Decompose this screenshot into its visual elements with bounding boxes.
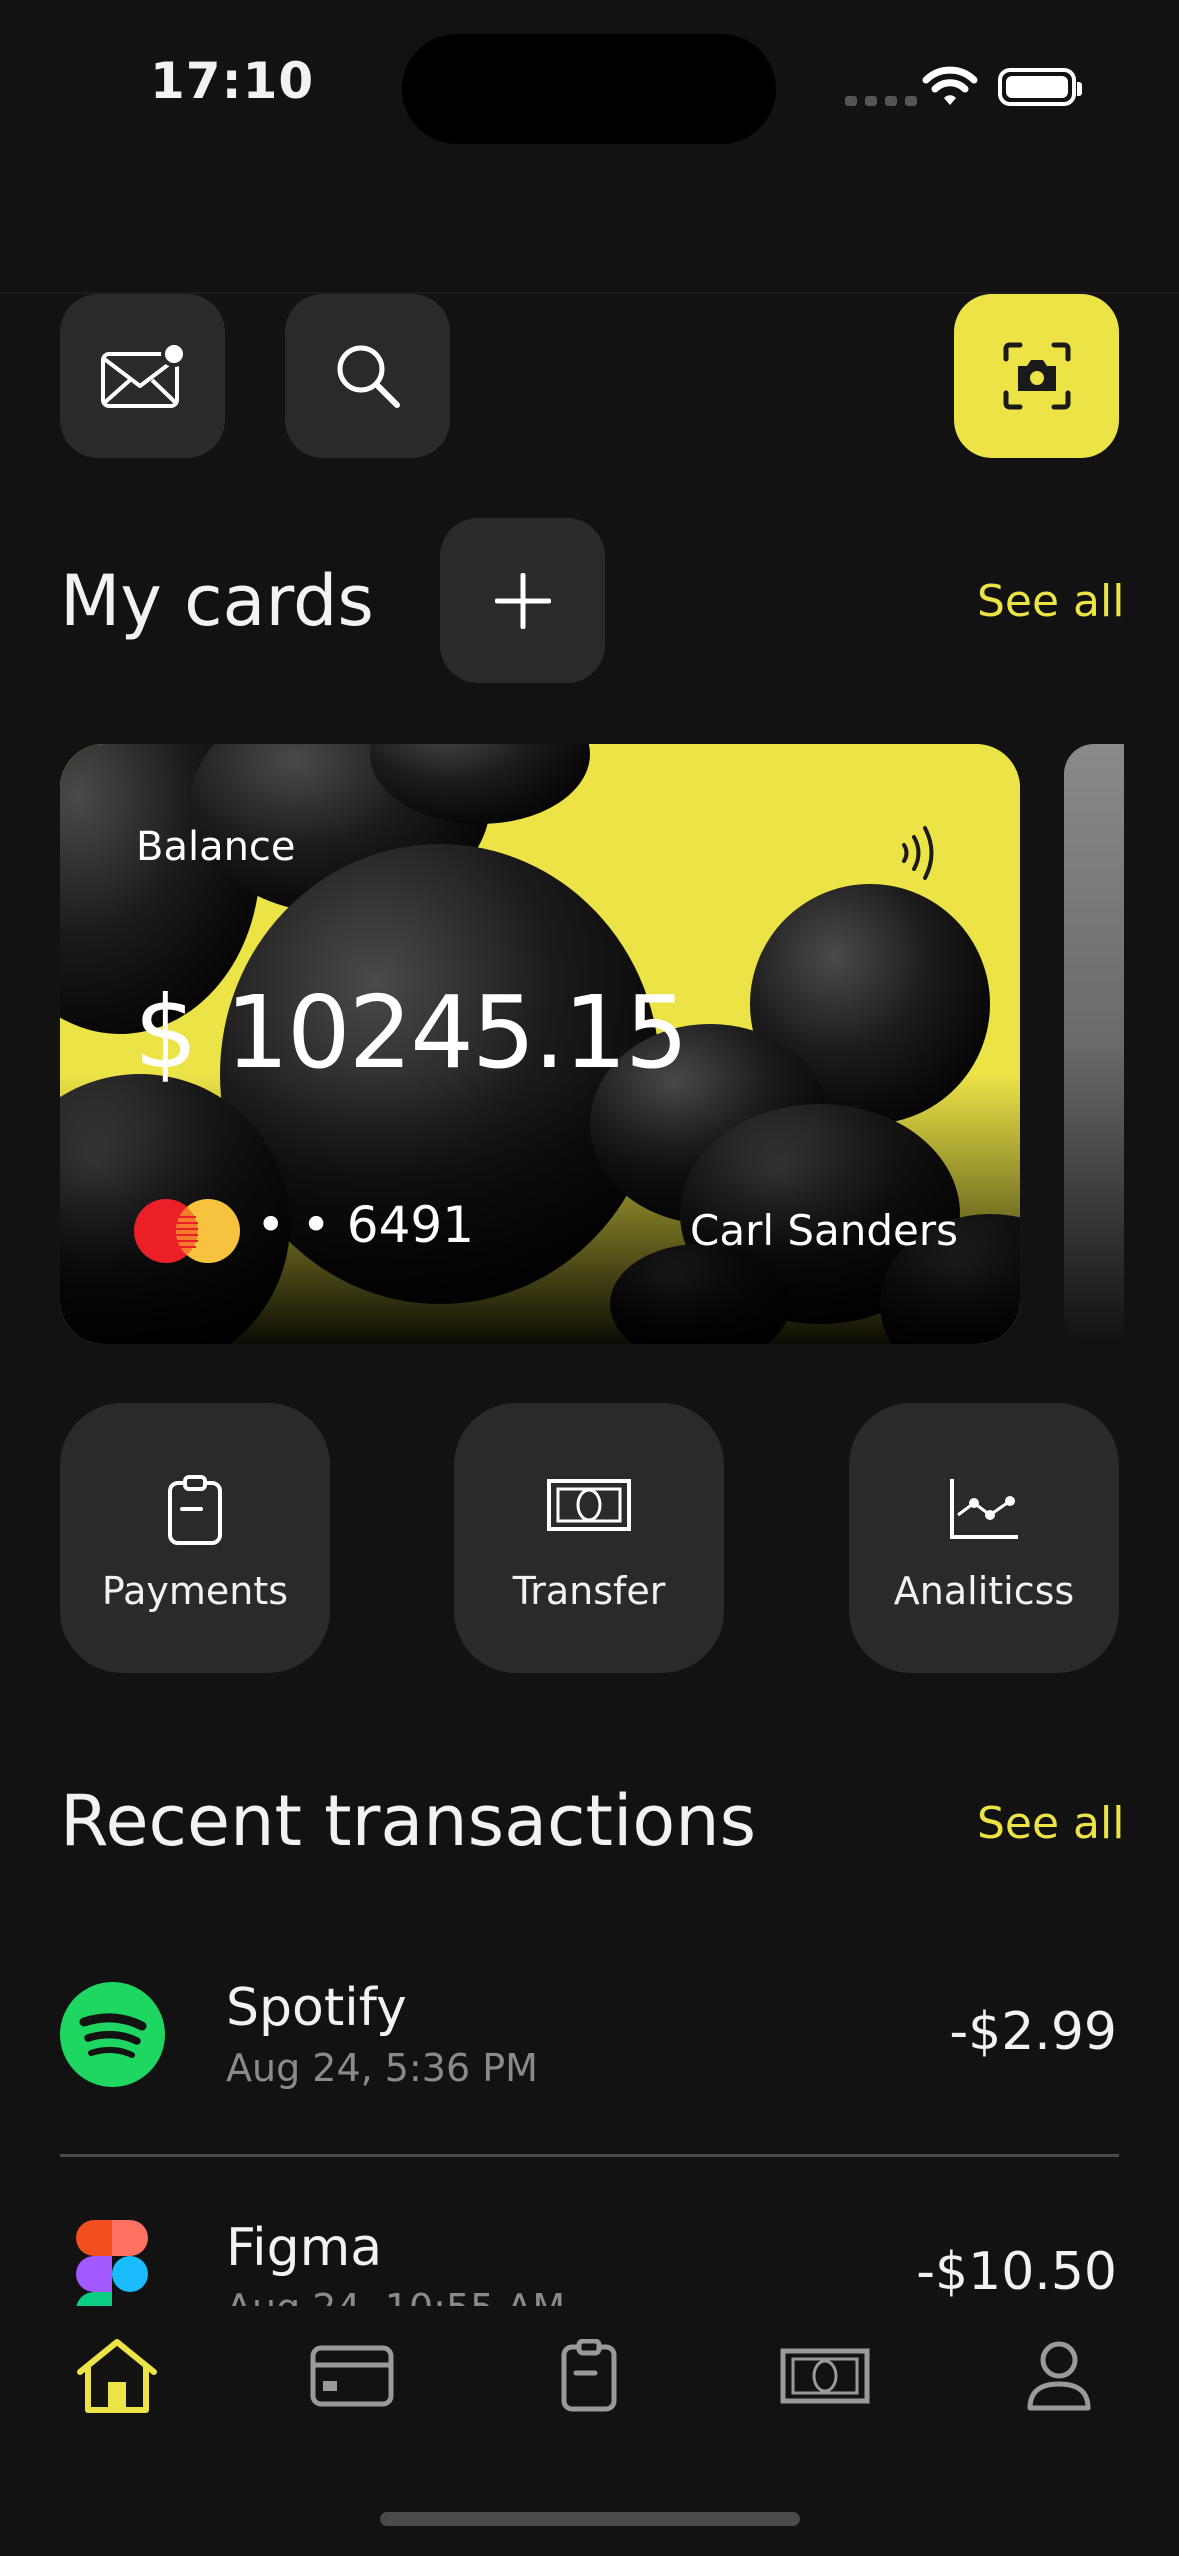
nav-cards[interactable] [287, 2326, 417, 2426]
line-chart-icon [950, 1479, 1018, 1539]
transaction-name: Spotify [226, 1978, 407, 2038]
clipboard-icon [561, 2339, 617, 2412]
transaction-date: Aug 24, 10:55 AM [226, 2286, 565, 2306]
bank-card[interactable]: Balance $ 10245.15 • • 6491 Carl Sanders [60, 744, 1020, 1344]
add-card-button[interactable] [440, 518, 605, 683]
transaction-name: Figma [226, 2218, 383, 2278]
transaction-row[interactable]: Figma Aug 24, 10:55 AM -$10.50 [0, 2200, 1179, 2306]
status-time: 17:10 [150, 52, 315, 110]
my-cards-see-all-link[interactable]: See all [977, 576, 1124, 627]
transfer-button[interactable]: Transfer [454, 1403, 724, 1673]
search-button[interactable] [285, 294, 450, 458]
battery-icon [998, 68, 1082, 106]
cellular-signal-icon [845, 96, 917, 106]
transaction-divider [60, 2154, 1119, 2157]
plus-icon [494, 572, 551, 629]
card-balance-amount: $ 10245.15 [134, 974, 689, 1091]
transactions-see-all-link[interactable]: See all [977, 1798, 1124, 1849]
wifi-icon [922, 64, 978, 112]
contactless-icon [898, 818, 942, 892]
figma-icon [76, 2220, 148, 2306]
transaction-amount: -$2.99 [949, 2002, 1117, 2062]
transaction-row[interactable]: Spotify Aug 24, 5:36 PM -$2.99 [0, 1960, 1179, 2110]
messages-button[interactable] [60, 294, 225, 458]
home-icon [77, 2339, 157, 2413]
my-cards-title: My cards [60, 560, 374, 642]
transfer-label: Transfer [512, 1569, 666, 1613]
dynamic-island [402, 34, 776, 144]
card-masked-number: • • 6491 [256, 1196, 475, 1254]
next-card-peek[interactable] [1064, 744, 1124, 1344]
transaction-amount: -$10.50 [916, 2242, 1117, 2302]
profile-icon [1027, 2341, 1091, 2411]
mail-with-notification-icon [100, 341, 187, 408]
card-holder-name: Carl Sanders [690, 1206, 959, 1255]
payments-button[interactable]: Payments [60, 1403, 330, 1673]
nav-home[interactable] [52, 2326, 182, 2426]
banknote-icon [780, 2348, 870, 2404]
recent-transactions-title: Recent transactions [60, 1780, 757, 1862]
banknote-icon [547, 1479, 631, 1531]
card-icon [310, 2345, 394, 2407]
nav-payments[interactable] [524, 2326, 654, 2426]
spotify-icon [60, 1982, 165, 2087]
search-icon [337, 345, 400, 408]
analytics-button[interactable]: Analiticss [849, 1403, 1119, 1673]
scan-button[interactable] [954, 294, 1119, 458]
nav-transfer[interactable] [760, 2326, 890, 2426]
mastercard-icon [134, 1199, 240, 1263]
analytics-label: Analiticss [893, 1569, 1075, 1613]
clipboard-icon [168, 1475, 222, 1545]
transaction-date: Aug 24, 5:36 PM [226, 2046, 538, 2090]
nav-profile[interactable] [994, 2326, 1124, 2426]
card-balance-label: Balance [136, 824, 296, 870]
payments-label: Payments [101, 1569, 289, 1613]
camera-scan-icon [1003, 342, 1070, 410]
home-indicator [380, 2512, 800, 2526]
